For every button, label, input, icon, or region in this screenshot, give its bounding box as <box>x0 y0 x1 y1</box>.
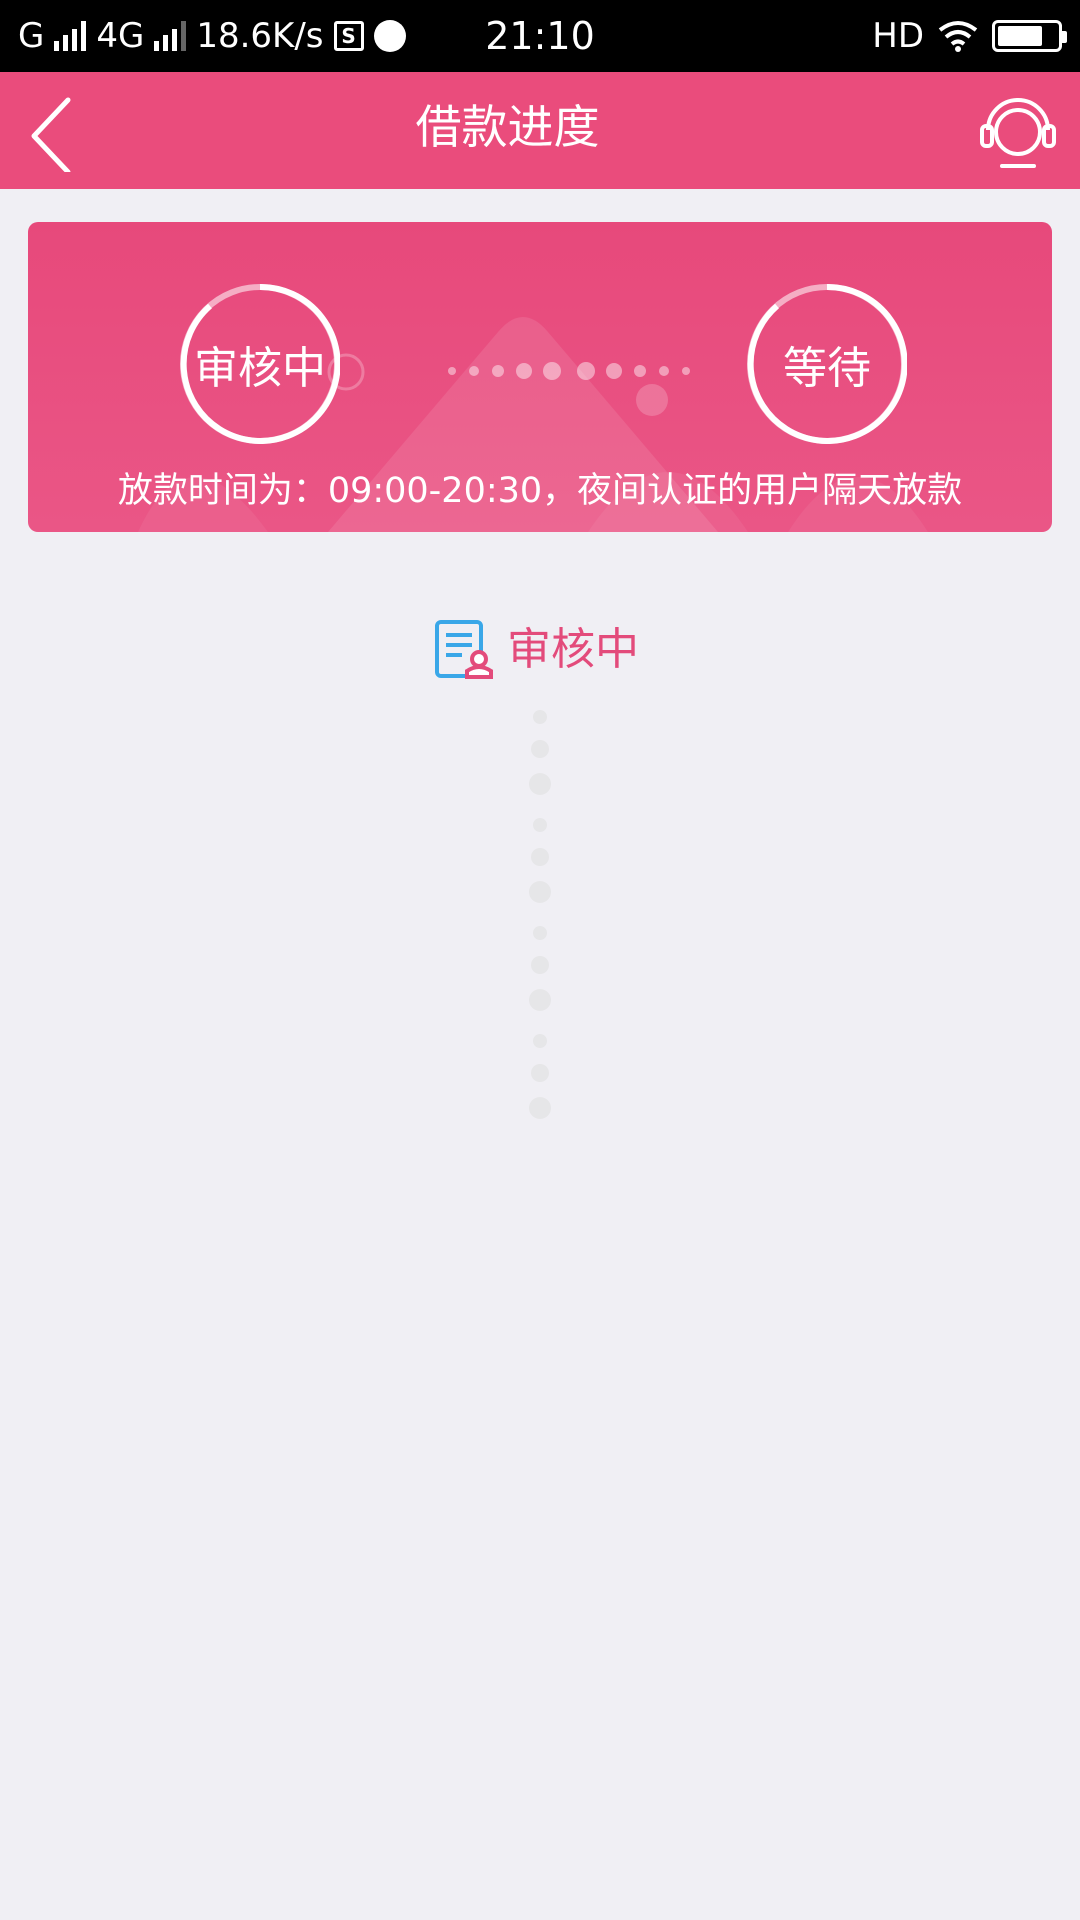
current-status: 审核中 <box>0 615 1080 685</box>
hd-label: HD <box>872 16 924 56</box>
review-document-icon <box>435 620 493 679</box>
app-header: 借款进度 <box>0 72 1080 189</box>
status-bar: G 4G 18.6K/s S 21:10 HD <box>0 0 1080 72</box>
sim-box-icon: S <box>333 21 364 51</box>
headset-icon[interactable] <box>978 90 1058 170</box>
step-label: 审核中 <box>194 343 326 394</box>
release-time-note: 放款时间为：09:00-20:30，夜间认证的用户隔天放款 <box>117 471 963 511</box>
status-bar-right: HD <box>872 0 1067 72</box>
progress-card: 审核中 等待 放款时间为：09:00-20:30，夜间认证的用户隔天放款 <box>28 222 1052 532</box>
step-waiting: 等待 <box>747 284 907 444</box>
carrier-label-1: G <box>18 16 45 56</box>
status-timeline-dots <box>529 710 551 1119</box>
status-bar-left: G 4G 18.6K/s S <box>18 0 406 72</box>
step-label: 等待 <box>783 343 871 394</box>
battery-icon <box>992 20 1067 52</box>
network-speed: 18.6K/s <box>196 16 324 56</box>
wifi-icon <box>938 21 978 52</box>
status-text: 审核中 <box>507 624 639 675</box>
step-reviewing: 审核中 <box>180 284 340 444</box>
page-title: 借款进度 <box>415 100 600 154</box>
battery-level <box>998 26 1042 46</box>
signal-icon <box>54 21 87 51</box>
globe-icon <box>373 20 406 52</box>
progress-dots <box>448 362 690 380</box>
signal-icon <box>154 21 187 51</box>
carrier-label-2: 4G <box>96 16 145 56</box>
